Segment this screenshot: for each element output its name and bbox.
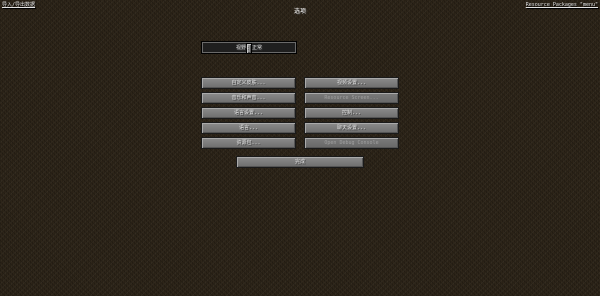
chat-settings-button[interactable]: 聊天设置...	[304, 122, 399, 134]
music-sound-button[interactable]: 音乐和声音...	[201, 92, 296, 104]
language-button[interactable]: 语言...	[201, 122, 296, 134]
open-debug-console-button[interactable]: Open Debug Console	[304, 137, 399, 149]
fov-slider[interactable]: 视野: 正常	[201, 41, 297, 54]
customize-skin-button[interactable]: 自定义皮肤...	[201, 77, 296, 89]
resource-screen-button[interactable]: Resource Screen...	[304, 92, 399, 104]
controls-button[interactable]: 控制...	[304, 107, 399, 119]
page-title: 选项	[293, 8, 306, 15]
language-settings-button[interactable]: 语言设置...	[201, 107, 296, 119]
done-button[interactable]: 完成	[236, 156, 364, 168]
resource-packs-button[interactable]: 资源包...	[201, 137, 296, 149]
slider-handle[interactable]	[246, 43, 252, 54]
video-settings-button[interactable]: 视频设置...	[304, 77, 399, 89]
